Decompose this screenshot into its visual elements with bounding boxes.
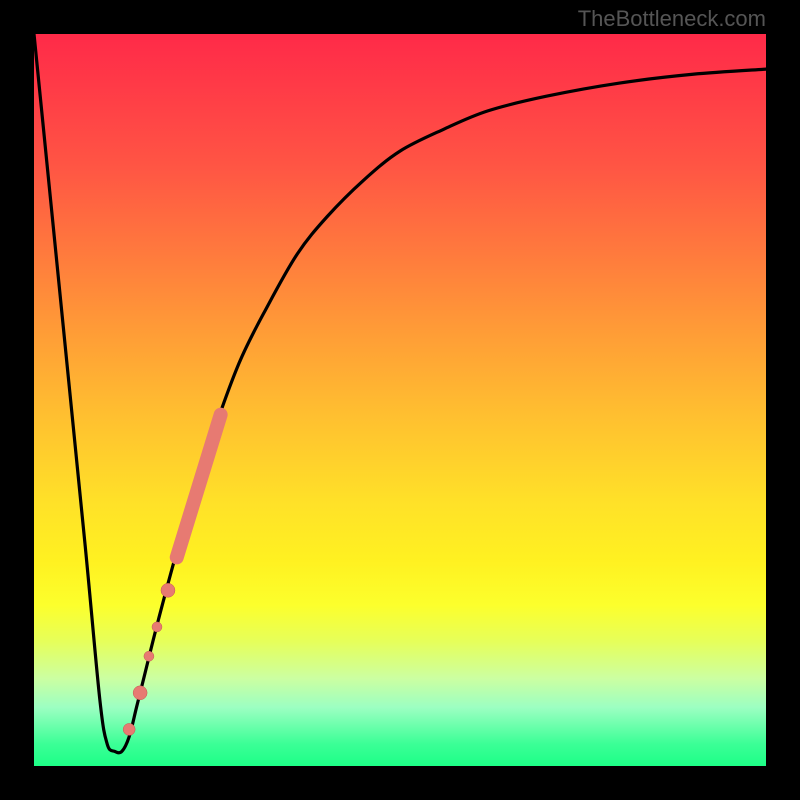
data-marker [123,723,135,735]
data-marker [144,651,154,661]
bottleneck-curve [34,34,766,753]
curve-layer [34,34,766,766]
data-marker [133,686,147,700]
data-marker [152,622,162,632]
watermark-text: TheBottleneck.com [578,6,766,32]
chart-frame: TheBottleneck.com [0,0,800,800]
plot-area [34,34,766,766]
data-marker [161,583,175,597]
marker-band [177,415,221,558]
marker-group [123,583,175,735]
